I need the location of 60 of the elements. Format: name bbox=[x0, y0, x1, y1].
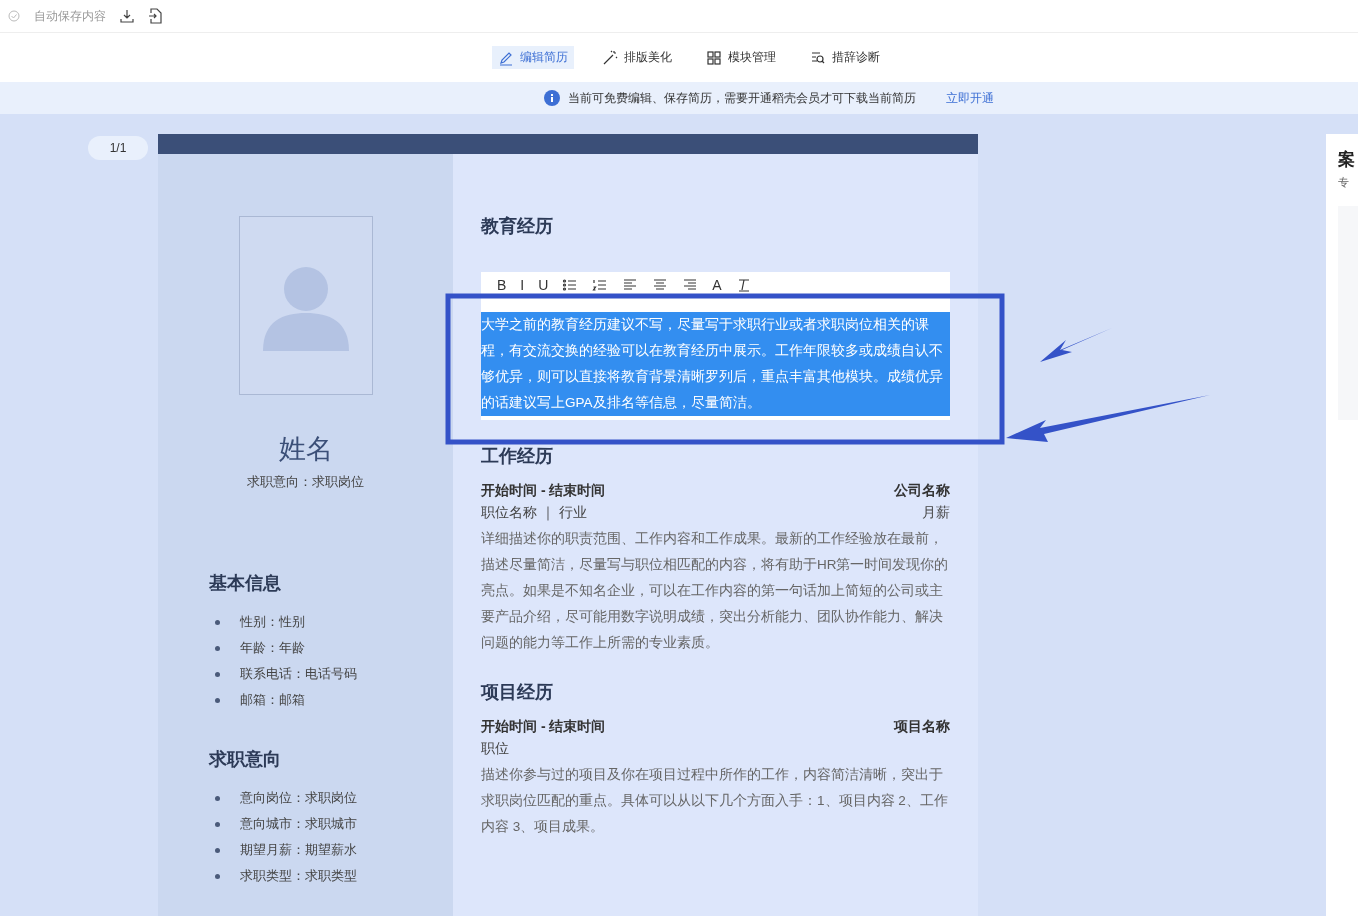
salary-label: 月薪 bbox=[922, 504, 950, 522]
section-title: 求职意向 bbox=[209, 749, 281, 769]
bullet-dot bbox=[215, 671, 220, 677]
align-right-button[interactable] bbox=[682, 276, 699, 293]
bullet-list-button[interactable] bbox=[562, 276, 579, 293]
bullet-dot bbox=[215, 847, 220, 853]
job-intent: 求职意向：求职岗位 bbox=[247, 473, 364, 491]
text-editor[interactable]: B I U A 大学之前的教育经历建议不写，尽量写于求职行业或者求职岗位相关的课程，有交流交换的经验可以在教育经历中展示。工作年限较多或成绩自认不够优异，则可以直接将教育背景清晰罗列后，重点丰富其他模块。成绩优异的话建议写上GPA及排名等信息，尽量简洁。 bbox=[481, 272, 950, 420]
bullet-dot bbox=[215, 619, 220, 625]
section-title: 项目经历 bbox=[481, 681, 554, 704]
align-center-button[interactable] bbox=[652, 276, 669, 293]
activate-link[interactable]: 立即开通 bbox=[946, 89, 994, 107]
info-item: 性别：性别 bbox=[240, 613, 305, 631]
align-left-button[interactable] bbox=[622, 276, 639, 293]
entry-title: 公司名称 bbox=[894, 482, 950, 500]
entry-subtitle: 职位名称 ｜ 行业 bbox=[481, 504, 587, 522]
format-button[interactable]: U bbox=[538, 276, 549, 293]
panel-title: 案 bbox=[1338, 149, 1356, 171]
check-circle-icon bbox=[8, 10, 20, 22]
nav-tab[interactable]: 措辞诊断 bbox=[804, 46, 886, 69]
bullet-dot bbox=[215, 821, 220, 827]
format-button[interactable]: A bbox=[712, 276, 722, 293]
annotation-arrow bbox=[1040, 328, 1112, 362]
bullet-dot bbox=[215, 645, 220, 651]
autosave-status: 自动保存内容 bbox=[34, 7, 106, 25]
download-icon[interactable] bbox=[120, 9, 134, 23]
entry-title: 项目名称 bbox=[894, 718, 950, 736]
bullet-dot bbox=[215, 873, 220, 879]
panel-subtitle: 专 bbox=[1338, 175, 1350, 190]
search-list-icon bbox=[810, 49, 826, 66]
entry-subtitle: 职位 bbox=[481, 740, 509, 758]
format-button[interactable]: I bbox=[520, 276, 525, 293]
format-button[interactable]: B bbox=[497, 276, 507, 293]
info-item: 求职类型：求职类型 bbox=[240, 867, 357, 885]
info-item: 意向岗位：求职岗位 bbox=[240, 789, 357, 807]
candidate-name: 姓名 bbox=[278, 433, 333, 466]
nav-tab[interactable]: 排版美化 bbox=[596, 46, 678, 69]
date-range: 开始时间 - 结束时间 bbox=[481, 718, 606, 736]
selected-text: 大学之前的教育经历建议不写，尽量写于求职行业或者求职岗位相关的课程，有交流交换的经验可以在教育经历中展示。工作年限较多或成绩自认不够优异，则可以直接将教育背景清晰罗列后，重点丰富其他模块。成绩优异的话建议写上GPA及排名等信息，尽量简洁。 bbox=[481, 312, 950, 416]
nav-tab[interactable]: 模块管理 bbox=[700, 46, 782, 69]
info-item: 期望月薪：期望薪水 bbox=[240, 841, 357, 859]
section-title: 工作经历 bbox=[481, 445, 554, 468]
info-item: 邮箱：邮箱 bbox=[240, 691, 305, 709]
magic-wand-icon bbox=[602, 49, 618, 66]
bullet-dot bbox=[215, 795, 220, 801]
bullet-dot bbox=[215, 697, 220, 703]
info-icon bbox=[544, 90, 560, 106]
info-item: 联系电话：电话号码 bbox=[240, 665, 357, 683]
grid-icon bbox=[706, 49, 722, 66]
info-item: 年龄：年龄 bbox=[240, 639, 305, 657]
entry-description: 描述你参与过的项目及你在项目过程中所作的工作，内容简洁清晰，突出于求职岗位匹配的重点。具体可以从以下几个方面入手：1、项目内容 2、工作内容 3、项目成果。 bbox=[481, 766, 949, 836]
entry-description: 详细描述你的职责范围、工作内容和工作成果。最新的工作经验放在最前，描述尽量简洁，尽量写与职位相匹配的内容，将有助于HR第一时间发现你的亮点。如果是不知名企业，可以在工作内容的第一句话加上简短的公司或主要产品介绍，尽可能用数字说明成绩，突出分析能力、团队协作能力、解决问题的能力等工作上所需的专业素质。 bbox=[481, 530, 950, 652]
notice-text: 当前可免费编辑、保存简历，需要开通稻壳会员才可下载当前简历 bbox=[568, 89, 916, 107]
date-range: 开始时间 - 结束时间 bbox=[481, 482, 606, 500]
nav-tab[interactable]: 编辑简历 bbox=[492, 46, 574, 69]
section-title: 基本信息 bbox=[209, 573, 281, 593]
page-counter: 1/1 bbox=[88, 136, 148, 160]
info-item: 意向城市：求职城市 bbox=[240, 815, 357, 833]
import-file-icon[interactable] bbox=[148, 8, 162, 24]
section-title: 教育经历 bbox=[481, 215, 554, 238]
